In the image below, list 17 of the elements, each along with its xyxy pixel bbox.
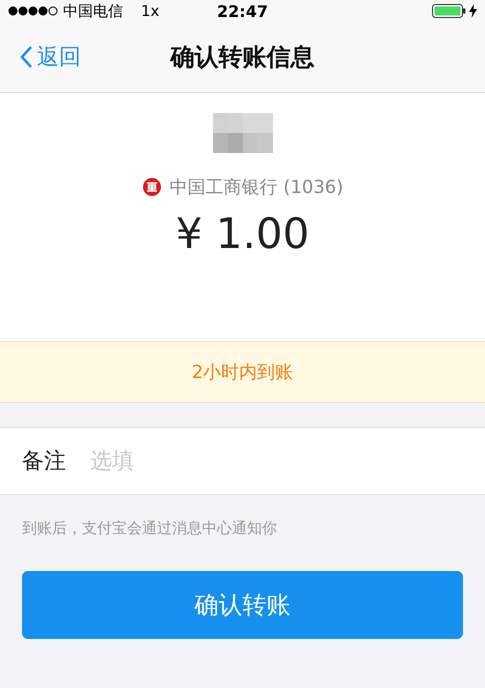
confirm-button[interactable]: 确认转账 bbox=[22, 571, 463, 639]
bank-logo-icon bbox=[142, 177, 162, 197]
zoom-label: 1x bbox=[141, 2, 160, 20]
transfer-amount: ¥ 1.00 bbox=[176, 209, 310, 258]
arrival-notice: 2小时内到账 bbox=[0, 341, 485, 403]
blurred-name bbox=[212, 113, 272, 153]
signal-icon bbox=[8, 6, 58, 16]
chevron-left-icon bbox=[20, 45, 33, 69]
bank-account: 中国工商银行 (1036) bbox=[170, 176, 344, 199]
carrier-name: 中国电信 bbox=[63, 2, 123, 20]
back-button[interactable]: 返回 bbox=[20, 42, 81, 72]
remark-label: 备注 bbox=[22, 448, 66, 476]
page-title: 确认转账信息 bbox=[170, 42, 314, 73]
clock-time: 22:47 bbox=[217, 2, 268, 20]
charging-icon bbox=[469, 4, 477, 18]
notification-hint: 到账后，支付宝会通过消息中心通知你 bbox=[21, 518, 278, 538]
battery-icon bbox=[432, 4, 466, 18]
